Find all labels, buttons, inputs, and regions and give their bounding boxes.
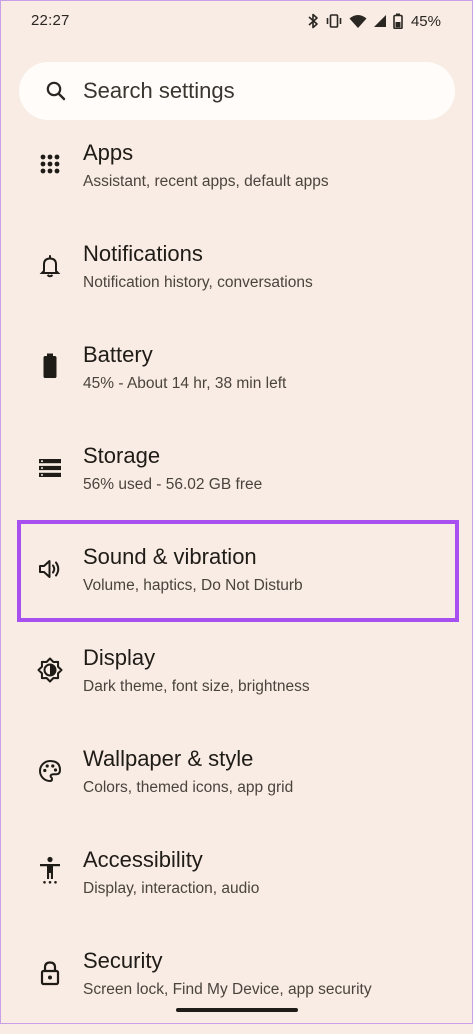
setting-title: Apps <box>83 140 134 165</box>
setting-subtitle: Volume, haptics, Do Not Disturb <box>83 577 303 594</box>
setting-title: Battery <box>83 342 153 367</box>
setting-subtitle: 56% used - 56.02 GB free <box>83 476 263 493</box>
setting-subtitle: Assistant, recent apps, default apps <box>83 173 329 190</box>
accessibility-icon <box>37 856 63 884</box>
setting-item-storage[interactable]: Storage 56% used - 56.02 GB free <box>0 433 473 529</box>
speaker-icon <box>37 556 63 582</box>
setting-item-accessibility[interactable]: Accessibility Display, interaction, audi… <box>0 837 473 933</box>
setting-item-display[interactable]: Display Dark theme, font size, brightnes… <box>0 635 473 731</box>
setting-subtitle: Screen lock, Find My Device, app securit… <box>83 981 372 998</box>
setting-subtitle: Display, interaction, audio <box>83 880 260 897</box>
setting-subtitle: 45% - About 14 hr, 38 min left <box>83 375 287 392</box>
gesture-nav-handle[interactable] <box>176 1008 298 1012</box>
vibrate-icon <box>326 14 342 28</box>
battery-icon <box>37 353 63 379</box>
setting-subtitle: Dark theme, font size, brightness <box>83 678 310 695</box>
status-icons: 45% <box>307 12 441 30</box>
setting-title: Wallpaper & style <box>83 746 254 771</box>
status-time: 22:27 <box>31 12 70 29</box>
setting-title: Storage <box>83 443 161 468</box>
setting-item-battery[interactable]: Battery 45% - About 14 hr, 38 min left <box>0 332 473 428</box>
setting-title: Notifications <box>83 241 203 266</box>
setting-title: Accessibility <box>83 847 203 872</box>
setting-item-security[interactable]: Security Screen lock, Find My Device, ap… <box>0 938 473 1034</box>
setting-item-notifications[interactable]: Notifications Notification history, conv… <box>0 231 473 327</box>
storage-icon <box>37 455 63 481</box>
palette-icon <box>37 758 63 784</box>
apps-grid-icon <box>37 151 63 177</box>
status-bar: 22:27 45% <box>0 0 473 44</box>
wifi-icon <box>349 14 367 28</box>
setting-item-apps[interactable]: Apps Assistant, recent apps, default app… <box>0 130 473 226</box>
setting-item-sound-vibration[interactable]: Sound & vibration Volume, haptics, Do No… <box>0 534 473 630</box>
search-placeholder: Search settings <box>83 78 235 103</box>
setting-item-wallpaper-style[interactable]: Wallpaper & style Colors, themed icons, … <box>0 736 473 832</box>
battery-percent: 45% <box>410 12 441 30</box>
setting-title: Sound & vibration <box>83 544 257 569</box>
setting-subtitle: Notification history, conversations <box>83 274 313 291</box>
battery-icon <box>393 13 403 29</box>
lock-icon <box>37 960 63 986</box>
setting-title: Security <box>83 948 163 973</box>
setting-title: Display <box>83 645 156 670</box>
brightness-icon <box>37 657 63 683</box>
bell-icon <box>37 253 63 279</box>
search-bar[interactable]: Search settings <box>19 62 455 120</box>
search-icon <box>46 81 66 101</box>
setting-subtitle: Colors, themed icons, app grid <box>83 779 294 796</box>
cellular-signal-icon <box>373 15 386 27</box>
bluetooth-icon <box>308 13 318 29</box>
